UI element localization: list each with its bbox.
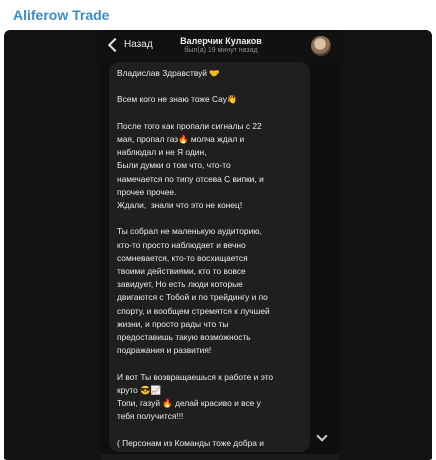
- channel-post: Aliferow Trade Назад Валерчик Кулаков бы…: [0, 0, 436, 460]
- message-bubble: Владислав Здравствуй 🤝 Всем кого не знаю…: [109, 62, 310, 452]
- chat-screenshot: Назад Валерчик Кулаков был(а) 19 минут н…: [101, 30, 339, 460]
- back-button[interactable]: Назад: [107, 37, 153, 53]
- message-text: Владислав Здравствуй 🤝 Всем кого не знаю…: [117, 68, 274, 448]
- contact-status: был(а) 19 минут назад: [184, 47, 258, 54]
- channel-name[interactable]: Aliferow Trade: [13, 7, 109, 23]
- chevron-down-icon: [316, 429, 328, 442]
- contact-info[interactable]: Валерчик Кулаков был(а) 19 минут назад: [161, 36, 281, 54]
- scroll-down-button[interactable]: [312, 428, 332, 446]
- chat-header: Назад Валерчик Кулаков был(а) 19 минут н…: [101, 30, 339, 62]
- input-bar: [101, 454, 339, 460]
- avatar[interactable]: [311, 36, 331, 56]
- post-photo[interactable]: Назад Валерчик Кулаков был(а) 19 минут н…: [4, 30, 432, 460]
- chevron-left-icon: [107, 37, 123, 53]
- contact-name: Валерчик Кулаков: [180, 36, 262, 46]
- back-label: Назад: [124, 39, 153, 50]
